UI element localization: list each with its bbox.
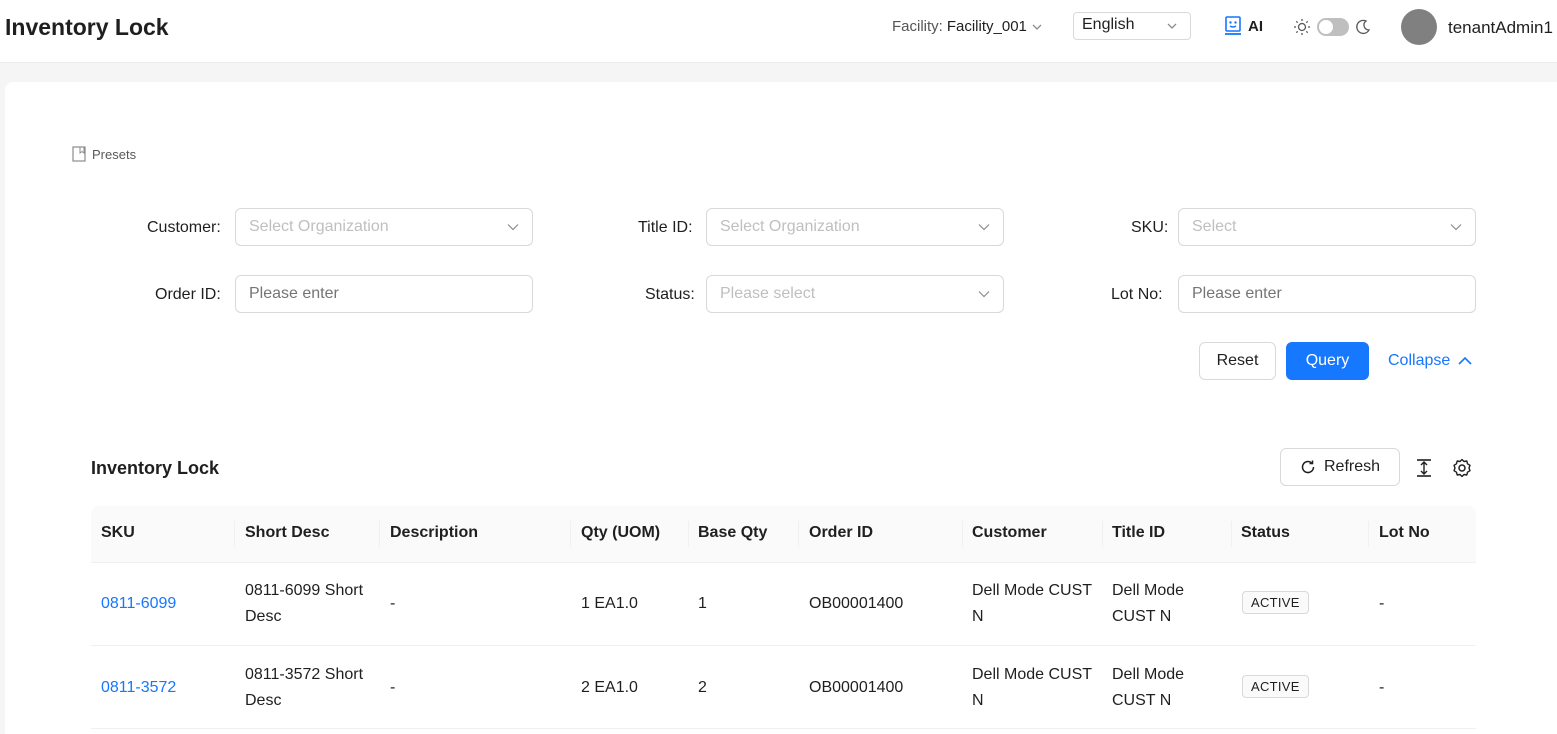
username[interactable]: tenantAdmin1 bbox=[1448, 18, 1553, 38]
row-height-icon[interactable] bbox=[1415, 458, 1433, 478]
theme-toggle[interactable] bbox=[1317, 18, 1349, 36]
status-label: Status: bbox=[645, 286, 695, 303]
column-header-customer[interactable]: Customer bbox=[972, 524, 1047, 542]
table-row: 0811-3572 0811-3572 Short Desc - 2 EA1.0 … bbox=[91, 646, 1476, 729]
chevron-down-icon bbox=[978, 224, 990, 231]
column-header-title-id[interactable]: Title ID bbox=[1112, 524, 1165, 542]
presets-button[interactable]: Presets bbox=[72, 146, 136, 162]
customer-placeholder: Select Organization bbox=[249, 218, 389, 235]
presets-label: Presets bbox=[92, 146, 137, 162]
facility-selector[interactable]: Facility: Facility_001 bbox=[892, 18, 1043, 35]
table-title: Inventory Lock bbox=[91, 458, 220, 478]
refresh-label: Refresh bbox=[1323, 458, 1381, 475]
customer-cell: Dell Mode CUST N bbox=[972, 582, 1093, 625]
sku-select[interactable]: Select bbox=[1178, 208, 1476, 246]
facility-label: Facility: bbox=[892, 18, 943, 35]
ai-label: AI bbox=[1248, 17, 1263, 35]
top-header: Inventory Lock Facility: Facility_001 En… bbox=[0, 0, 1557, 63]
chevron-down-icon bbox=[1450, 224, 1462, 231]
language-value: English bbox=[1082, 16, 1135, 33]
customer-cell: Dell Mode CUST N bbox=[972, 666, 1093, 709]
facility-value: Facility_001 bbox=[946, 18, 1027, 35]
refresh-button[interactable]: Refresh bbox=[1280, 448, 1400, 486]
moon-icon bbox=[1356, 19, 1371, 34]
inventory-lock-table: SKU Short Desc Description Qty (UOM) Bas… bbox=[91, 506, 1476, 729]
chevron-up-icon bbox=[1458, 356, 1472, 365]
column-header-short-desc[interactable]: Short Desc bbox=[245, 524, 329, 542]
order-id-cell: OB00001400 bbox=[809, 679, 904, 696]
column-header-qty-uom[interactable]: Qty (UOM) bbox=[581, 524, 660, 542]
language-select[interactable]: English bbox=[1073, 12, 1191, 40]
query-button[interactable]: Query bbox=[1286, 342, 1369, 380]
reset-button[interactable]: Reset bbox=[1199, 342, 1276, 380]
column-header-lot-no[interactable]: Lot No bbox=[1379, 524, 1430, 542]
status-select[interactable]: Please select bbox=[706, 275, 1004, 313]
ai-button[interactable]: AI bbox=[1224, 16, 1263, 36]
refresh-icon bbox=[1301, 460, 1315, 474]
order-id-label: Order ID: bbox=[155, 286, 221, 303]
lot-no-label: Lot No: bbox=[1111, 286, 1163, 303]
description-cell: - bbox=[390, 595, 396, 612]
title-id-cell: Dell Mode CUST N bbox=[1112, 582, 1185, 625]
column-header-sku[interactable]: SKU bbox=[101, 524, 135, 542]
theme-switch[interactable] bbox=[1293, 18, 1371, 36]
sun-icon bbox=[1294, 19, 1310, 35]
title-id-select[interactable]: Select Organization bbox=[706, 208, 1004, 246]
table-row: 0811-6099 0811-6099 Short Desc - 1 EA1.0 … bbox=[91, 563, 1476, 646]
customer-label: Customer: bbox=[147, 219, 221, 236]
order-id-cell: OB00001400 bbox=[809, 595, 904, 612]
chevron-down-icon bbox=[507, 224, 519, 231]
lot-no-cell: - bbox=[1379, 679, 1385, 696]
column-header-description[interactable]: Description bbox=[390, 524, 478, 542]
column-header-base-qty[interactable]: Base Qty bbox=[698, 524, 767, 542]
customer-select[interactable]: Select Organization bbox=[235, 208, 533, 246]
avatar[interactable] bbox=[1401, 9, 1437, 45]
title-id-placeholder: Select Organization bbox=[720, 218, 860, 235]
collapse-link[interactable]: Collapse bbox=[1388, 352, 1472, 370]
lot-no-input[interactable] bbox=[1178, 275, 1476, 313]
chevron-down-icon bbox=[1032, 24, 1042, 30]
chevron-down-icon bbox=[1167, 23, 1177, 29]
title-id-label: Title ID: bbox=[638, 219, 693, 236]
sku-link[interactable]: 0811-3572 bbox=[101, 675, 176, 701]
order-id-input[interactable] bbox=[235, 275, 533, 313]
main-card: Presets Customer: Select Organization Ti… bbox=[5, 82, 1557, 734]
table-header-row: SKU Short Desc Description Qty (UOM) Bas… bbox=[91, 506, 1476, 563]
base-qty-cell: 2 bbox=[698, 679, 707, 696]
sku-placeholder: Select bbox=[1192, 218, 1237, 235]
title-id-cell: Dell Mode CUST N bbox=[1112, 666, 1185, 709]
sku-label: SKU: bbox=[1131, 219, 1169, 236]
sku-link[interactable]: 0811-6099 bbox=[101, 591, 176, 617]
column-header-status[interactable]: Status bbox=[1241, 524, 1290, 542]
base-qty-cell: 1 bbox=[698, 595, 707, 612]
collapse-label: Collapse bbox=[1388, 352, 1451, 369]
lot-no-cell: - bbox=[1379, 595, 1385, 612]
bookmark-icon bbox=[72, 146, 86, 162]
status-badge: ACTIVE bbox=[1242, 675, 1309, 698]
short-desc-cell: 0811-3572 Short Desc bbox=[245, 666, 364, 709]
settings-gear-icon[interactable] bbox=[1452, 458, 1472, 478]
status-badge: ACTIVE bbox=[1242, 591, 1309, 614]
qty-uom-cell: 2 EA1.0 bbox=[581, 679, 638, 696]
short-desc-cell: 0811-6099 Short Desc bbox=[245, 582, 364, 625]
column-header-order-id[interactable]: Order ID bbox=[809, 524, 873, 542]
page-title: Inventory Lock bbox=[5, 14, 169, 40]
status-placeholder: Please select bbox=[720, 285, 816, 302]
description-cell: - bbox=[390, 679, 396, 696]
qty-uom-cell: 1 EA1.0 bbox=[581, 595, 638, 612]
chevron-down-icon bbox=[978, 291, 990, 298]
robot-icon bbox=[1225, 16, 1241, 35]
